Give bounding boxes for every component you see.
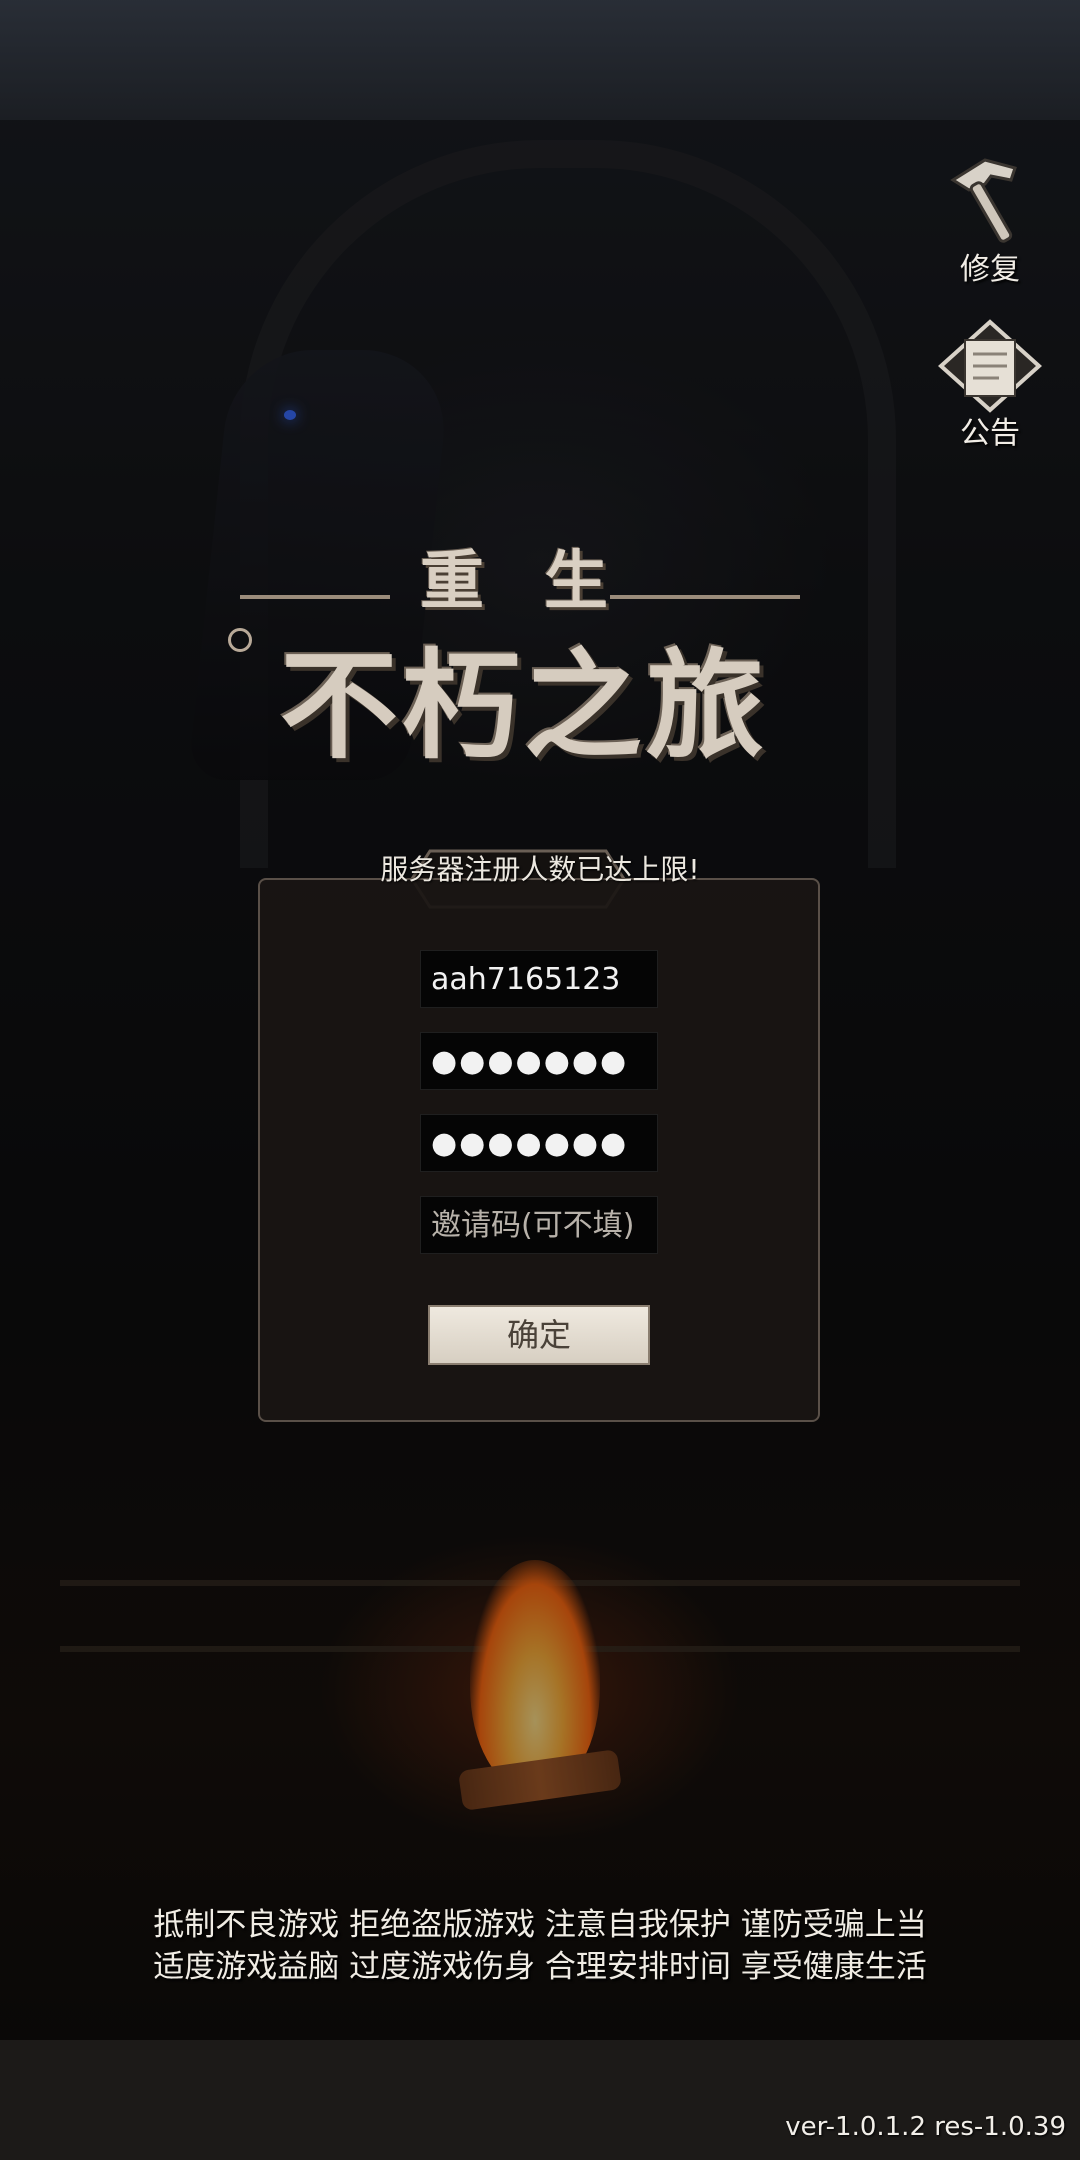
health-notice-line-2: 适度游戏益脑 过度游戏伤身 合理安排时间 享受健康生活 — [153, 1949, 927, 1985]
announcement-label: 公告 — [960, 416, 1020, 451]
logo-subtitle: 重生 — [420, 545, 668, 619]
server-notice: 服务器注册人数已达上限! — [380, 853, 700, 886]
floor-band — [0, 2040, 1080, 2160]
invite-code-field[interactable]: 邀请码(可不填) — [420, 1196, 658, 1254]
confirm-button[interactable]: 确定 — [428, 1305, 650, 1365]
logo-orb — [228, 628, 252, 652]
hammer-icon — [950, 158, 1017, 243]
username-field[interactable]: aah7165123 — [420, 950, 658, 1008]
announcement-button[interactable]: 公告 — [930, 318, 1050, 452]
repair-label: 修复 — [960, 252, 1020, 287]
version-text: ver-1.0.1.2 res-1.0.39 — [785, 2112, 1066, 2142]
logo-title: 不朽之旅 — [280, 637, 769, 775]
top-band — [0, 0, 1080, 120]
repair-button[interactable]: 修复 — [930, 150, 1050, 288]
password-field[interactable]: ●●●●●●● — [420, 1032, 658, 1090]
scroll-icon — [938, 319, 1042, 413]
confirm-password-field[interactable]: ●●●●●●● — [420, 1114, 658, 1172]
logo-line-left — [240, 595, 390, 599]
health-notice-line-1: 抵制不良游戏 拒绝盗版游戏 注意自我保护 谨防受骗上当 — [153, 1907, 927, 1943]
game-logo: 重生 不朽之旅 — [220, 500, 820, 775]
health-notice: 抵制不良游戏 拒绝盗版游戏 注意自我保护 谨防受骗上当 适度游戏益脑 过度游戏伤… — [0, 1904, 1080, 1988]
